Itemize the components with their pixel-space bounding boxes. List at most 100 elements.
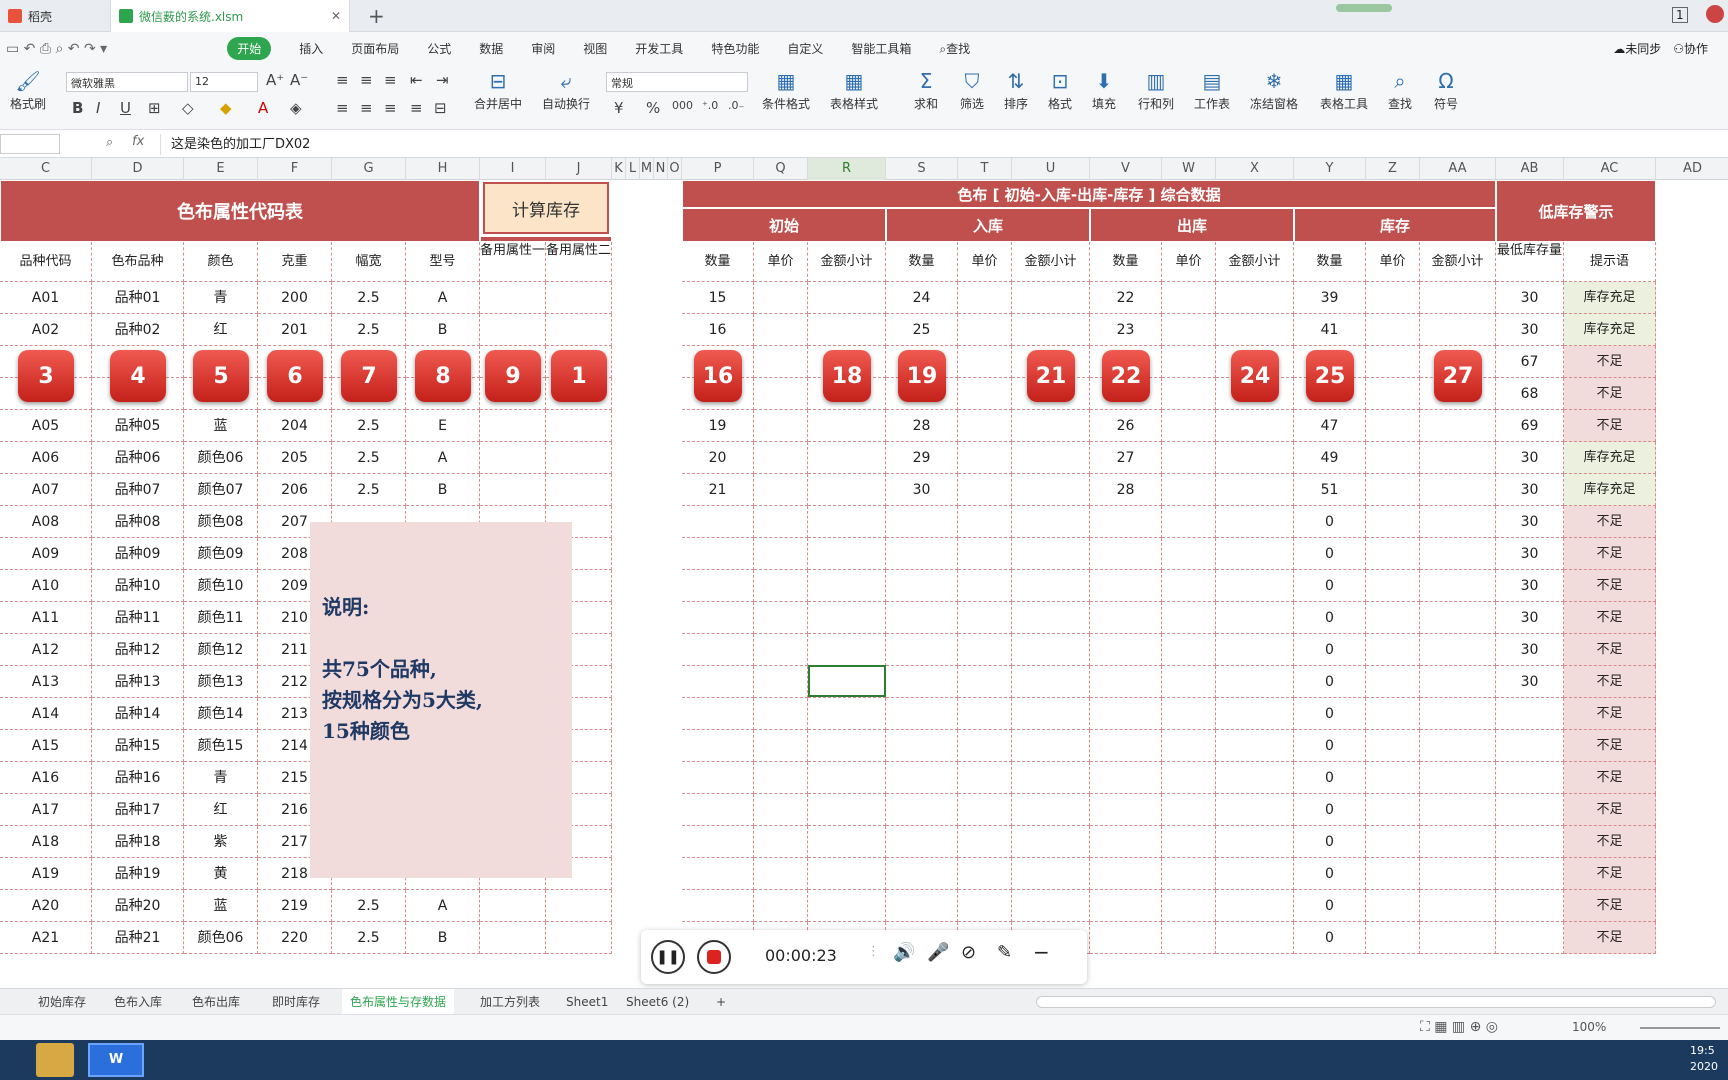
column-header-W[interactable]: W <box>1162 158 1216 180</box>
column-header-J[interactable]: J <box>546 158 612 180</box>
table-cell[interactable] <box>1162 602 1216 634</box>
table-cell[interactable] <box>1090 730 1162 762</box>
table-cell[interactable] <box>1012 666 1090 698</box>
align-left-icon[interactable]: ≡ <box>336 99 349 117</box>
table-cell[interactable] <box>1012 794 1090 826</box>
table-cell[interactable]: 不足 <box>1564 538 1656 570</box>
table-cell[interactable]: 颜色07 <box>184 474 258 506</box>
table-cell[interactable] <box>1366 602 1420 634</box>
table-cell[interactable] <box>958 730 1012 762</box>
sheet-tab-1[interactable]: 色布入库 <box>106 989 170 1015</box>
column-header-U[interactable]: U <box>1012 158 1090 180</box>
table-cell[interactable] <box>1366 634 1420 666</box>
table-cell[interactable] <box>808 858 886 890</box>
table-cell[interactable] <box>1162 794 1216 826</box>
table-cell[interactable]: 不足 <box>1564 698 1656 730</box>
table-cell[interactable]: 颜色12 <box>184 634 258 666</box>
table-cell[interactable] <box>1012 538 1090 570</box>
table-cell[interactable] <box>754 634 808 666</box>
table-cell[interactable]: 品种17 <box>92 794 184 826</box>
menu-custom[interactable]: 自定义 <box>787 40 823 57</box>
table-cell[interactable]: 不足 <box>1564 762 1656 794</box>
table-cell[interactable] <box>1162 410 1216 442</box>
table-cell[interactable]: 2.5 <box>332 282 406 314</box>
table-cell[interactable]: 红 <box>184 314 258 346</box>
sort-button[interactable]: ⇅ 排序 <box>1004 69 1028 112</box>
view-mode-icons[interactable]: ⛶ ▦ ▥ ⊕ ◎ <box>1420 1019 1498 1035</box>
table-cell[interactable] <box>1012 506 1090 538</box>
sum-button[interactable]: Σ 求和 <box>914 69 938 112</box>
table-cell[interactable]: 2.5 <box>332 474 406 506</box>
table-cell[interactable] <box>1366 410 1420 442</box>
table-cell[interactable] <box>1366 442 1420 474</box>
table-cell[interactable]: 0 <box>1294 666 1366 698</box>
avatar[interactable] <box>1706 5 1724 23</box>
table-cell[interactable]: 品种12 <box>92 634 184 666</box>
table-cell[interactable] <box>1420 826 1496 858</box>
table-cell[interactable] <box>682 602 754 634</box>
table-cell[interactable] <box>958 282 1012 314</box>
table-cell[interactable] <box>1162 442 1216 474</box>
table-cell[interactable]: 不足 <box>1564 378 1656 410</box>
name-box[interactable] <box>0 134 60 154</box>
table-cell[interactable]: 67 <box>1496 346 1564 378</box>
grow-font-icon[interactable]: A⁺ <box>266 71 284 89</box>
table-cell[interactable]: 2.5 <box>332 442 406 474</box>
table-cell[interactable]: A13 <box>0 666 92 698</box>
table-cell[interactable] <box>754 282 808 314</box>
font-name-select[interactable]: 微软雅黑 <box>66 72 188 92</box>
table-cell[interactable] <box>1162 698 1216 730</box>
worksheet-button[interactable]: ▤ 工作表 <box>1194 69 1230 112</box>
table-cell[interactable] <box>754 538 808 570</box>
table-cell[interactable] <box>754 506 808 538</box>
new-tab-plus-icon[interactable]: + <box>368 4 385 28</box>
table-cell[interactable] <box>754 794 808 826</box>
table-cell[interactable] <box>1012 602 1090 634</box>
merge-center-button[interactable]: ⊟ 合并居中 <box>474 69 522 112</box>
table-cell[interactable]: A10 <box>0 570 92 602</box>
table-cell[interactable] <box>1420 442 1496 474</box>
table-cell[interactable] <box>480 474 546 506</box>
table-cell[interactable]: B <box>406 314 480 346</box>
table-cell[interactable] <box>1366 762 1420 794</box>
table-cell[interactable]: 15 <box>682 282 754 314</box>
table-cell[interactable] <box>754 762 808 794</box>
column-header-G[interactable]: G <box>332 158 406 180</box>
table-cell[interactable] <box>958 442 1012 474</box>
table-cell[interactable] <box>886 794 958 826</box>
table-cell[interactable] <box>1162 762 1216 794</box>
table-cell[interactable]: 30 <box>1496 474 1564 506</box>
filter-button[interactable]: ⛉ 筛选 <box>960 69 984 112</box>
sync-status[interactable]: ☁未同步 <box>1613 40 1661 57</box>
format-painter-button[interactable]: 🖌 格式刷 <box>10 69 46 112</box>
table-cell[interactable] <box>1012 826 1090 858</box>
table-cell[interactable]: A11 <box>0 602 92 634</box>
table-cell[interactable] <box>808 538 886 570</box>
column-header-AB[interactable]: AB <box>1496 158 1564 180</box>
table-cell[interactable] <box>808 794 886 826</box>
font-color-icon[interactable]: A <box>258 99 268 117</box>
table-cell[interactable] <box>808 890 886 922</box>
table-cell[interactable] <box>1216 826 1294 858</box>
table-cell[interactable] <box>1420 570 1496 602</box>
table-cell[interactable] <box>1216 474 1294 506</box>
table-cell[interactable] <box>480 282 546 314</box>
doc-tab-daoke[interactable]: 稻壳 <box>0 0 110 32</box>
column-header-F[interactable]: F <box>258 158 332 180</box>
table-cell[interactable] <box>754 602 808 634</box>
table-cell[interactable] <box>808 698 886 730</box>
table-cell[interactable]: 69 <box>1496 410 1564 442</box>
table-cell[interactable] <box>886 858 958 890</box>
table-cell[interactable]: 不足 <box>1564 410 1656 442</box>
table-cell[interactable]: 39 <box>1294 282 1366 314</box>
table-cell[interactable] <box>1420 698 1496 730</box>
find-button[interactable]: ⌕ 查找 <box>1388 69 1412 112</box>
table-cell[interactable]: 品种02 <box>92 314 184 346</box>
table-tools-button[interactable]: ▦ 表格工具 <box>1320 69 1368 112</box>
table-cell[interactable]: 21 <box>682 474 754 506</box>
table-cell[interactable]: 204 <box>258 410 332 442</box>
table-cell[interactable] <box>1216 858 1294 890</box>
currency-button[interactable]: ¥ <box>614 99 624 117</box>
thousands-icon[interactable]: 000 <box>672 99 693 112</box>
table-cell[interactable] <box>546 922 612 954</box>
